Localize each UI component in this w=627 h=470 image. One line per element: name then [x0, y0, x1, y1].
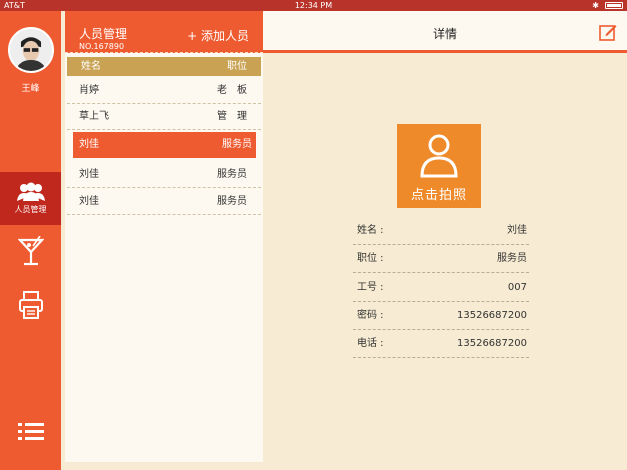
- detail-title: 详情: [432, 27, 457, 41]
- row-name: 刘佳: [79, 139, 99, 150]
- field-key: 密码 :: [357, 310, 384, 321]
- row-role: 老 板: [217, 85, 247, 96]
- nav-menu[interactable]: [0, 417, 61, 447]
- table-row[interactable]: 刘佳 服务员: [67, 162, 261, 188]
- nav-users[interactable]: 人员管理: [0, 172, 61, 225]
- field-value: 13526687200: [457, 338, 527, 349]
- take-photo-label: 点击拍照: [410, 188, 467, 203]
- field-value: 服务员: [497, 253, 527, 264]
- row-role: 服务员: [222, 139, 252, 150]
- username: 王峰: [21, 84, 40, 94]
- printer-icon: [18, 291, 43, 319]
- take-photo-button[interactable]: 点击拍照: [397, 124, 481, 208]
- users-icon: [16, 182, 45, 201]
- table-row[interactable]: 刘佳 服务员: [67, 189, 261, 215]
- detail-field-phone: 电话 : 13526687200: [353, 330, 529, 358]
- add-staff-button[interactable]: + 添加人员: [187, 27, 249, 44]
- field-key: 电话 :: [357, 338, 384, 349]
- detail-field-password: 密码 : 13526687200: [353, 302, 529, 330]
- field-key: 职位 :: [357, 253, 384, 264]
- avatar-portrait-icon: [10, 29, 52, 71]
- list-number: NO.167890: [79, 42, 125, 51]
- row-name: 刘佳: [79, 196, 99, 207]
- row-name: 刘佳: [79, 169, 99, 180]
- edit-icon[interactable]: [599, 23, 617, 41]
- nav-users-label: 人员管理: [14, 205, 47, 214]
- nav-bar[interactable]: [0, 233, 61, 269]
- avatar[interactable]: [8, 27, 54, 73]
- table-row[interactable]: 草上飞 管 理: [67, 104, 261, 130]
- detail-field-role: 职位 : 服务员: [353, 245, 529, 273]
- row-name: 草上飞: [79, 111, 109, 122]
- row-name: 肖婷: [79, 85, 99, 96]
- nav-print[interactable]: [0, 285, 61, 325]
- status-bar: AT&T 12:34 PM ✱: [0, 0, 627, 11]
- row-role: 服务员: [217, 196, 247, 207]
- row-role: 服务员: [217, 169, 247, 180]
- status-time: 12:34 PM: [294, 1, 333, 10]
- field-key: 工号 :: [357, 282, 384, 293]
- field-value: 007: [507, 282, 527, 293]
- detail-header: 详情: [263, 11, 627, 53]
- table-row[interactable]: 肖婷 老 板: [67, 78, 261, 104]
- list-header: 人员管理 NO.167890 + 添加人员: [65, 11, 263, 53]
- bluetooth-icon: ✱: [592, 1, 599, 10]
- column-name-header: 姓名: [81, 61, 101, 72]
- column-role-header: 职位: [227, 61, 247, 72]
- cocktail-icon: [17, 236, 44, 266]
- field-key: 姓名 :: [357, 225, 384, 236]
- battery-icon: [605, 2, 623, 9]
- detail-field-name: 姓名 : 刘佳: [353, 217, 529, 245]
- menu-icon: [17, 423, 44, 440]
- row-role: 管 理: [217, 111, 247, 122]
- person-silhouette-icon: [420, 134, 458, 178]
- field-value: 刘佳: [507, 225, 527, 236]
- table-row-selected[interactable]: 刘佳 服务员: [73, 132, 256, 158]
- detail-field-id: 工号 : 007: [353, 274, 529, 302]
- list-title: 人员管理: [79, 27, 128, 41]
- table-header: 姓名 职位: [67, 57, 261, 76]
- field-value: 13526687200: [457, 310, 527, 321]
